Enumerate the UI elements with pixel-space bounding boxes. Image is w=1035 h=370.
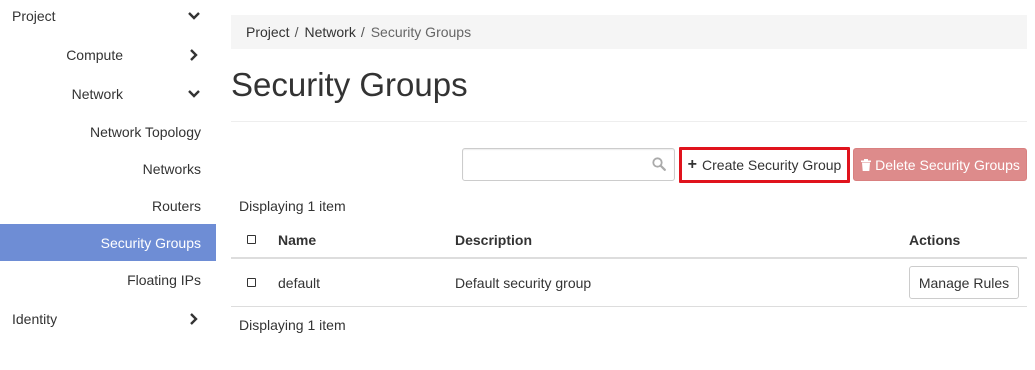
sidebar-item-label: Routers xyxy=(151,197,201,214)
breadcrumb: Project / Network / Security Groups xyxy=(231,15,1027,49)
sidebar-item-label: Network xyxy=(71,85,123,102)
sidebar: Project Compute Network Network Topology… xyxy=(0,0,216,370)
table-row: default Default security group Manage Ru… xyxy=(231,259,1027,307)
sidebar-item-label: Identity xyxy=(12,310,58,327)
sidebar-item-label: Security Groups xyxy=(100,234,201,251)
breadcrumb-separator: / xyxy=(294,24,299,40)
trash-icon xyxy=(861,158,872,171)
chevron-down-icon xyxy=(188,89,200,98)
sidebar-item-compute[interactable]: Compute xyxy=(0,36,216,73)
breadcrumb-project[interactable]: Project xyxy=(246,24,290,40)
sidebar-item-network[interactable]: Network xyxy=(0,75,216,112)
sidebar-item-label: Networks xyxy=(142,160,201,177)
plus-icon: + xyxy=(687,156,698,173)
row-name: default xyxy=(278,274,321,291)
table-header: Name Description Actions xyxy=(231,222,1027,259)
sidebar-item-label: Project xyxy=(12,7,56,24)
search-icon[interactable] xyxy=(652,157,666,171)
sidebar-item-routers[interactable]: Routers xyxy=(0,187,216,224)
sidebar-item-networks[interactable]: Networks xyxy=(0,150,216,187)
manage-rules-button[interactable]: Manage Rules xyxy=(909,266,1019,299)
create-security-group-label: Create Security Group xyxy=(702,157,842,173)
chevron-right-icon xyxy=(190,48,198,61)
breadcrumb-network[interactable]: Network xyxy=(304,24,355,40)
breadcrumb-separator: / xyxy=(360,24,365,40)
breadcrumb-current: Security Groups xyxy=(370,24,472,40)
sidebar-item-network-topology[interactable]: Network Topology xyxy=(0,113,216,150)
page-title: Security Groups xyxy=(231,66,468,103)
display-count-bottom: Displaying 1 item xyxy=(239,317,346,333)
sidebar-item-identity[interactable]: Identity xyxy=(0,300,216,337)
row-description: Default security group xyxy=(455,274,592,291)
sidebar-item-floating-ips[interactable]: Floating IPs xyxy=(0,261,216,298)
column-header-name[interactable]: Name xyxy=(278,232,316,248)
column-header-actions: Actions xyxy=(909,231,961,248)
display-count-top: Displaying 1 item xyxy=(239,198,346,214)
sidebar-item-project[interactable]: Project xyxy=(0,0,216,34)
chevron-down-icon xyxy=(188,11,200,20)
search-input[interactable] xyxy=(463,149,648,180)
delete-security-groups-label: Delete Security Groups xyxy=(875,156,1020,173)
sidebar-item-label: Network Topology xyxy=(89,123,201,140)
chevron-right-icon xyxy=(190,312,198,325)
search-box xyxy=(462,148,675,181)
title-divider xyxy=(231,121,1027,122)
create-security-group-button[interactable]: + Create Security Group xyxy=(679,147,850,183)
row-checkbox[interactable] xyxy=(247,277,256,287)
sidebar-item-label: Compute xyxy=(66,46,123,63)
select-all-checkbox[interactable] xyxy=(247,234,256,244)
delete-security-groups-button[interactable]: Delete Security Groups xyxy=(853,148,1027,181)
sidebar-item-security-groups[interactable]: Security Groups xyxy=(0,224,216,261)
column-header-description[interactable]: Description xyxy=(455,232,532,248)
sidebar-item-label: Floating IPs xyxy=(127,271,201,288)
